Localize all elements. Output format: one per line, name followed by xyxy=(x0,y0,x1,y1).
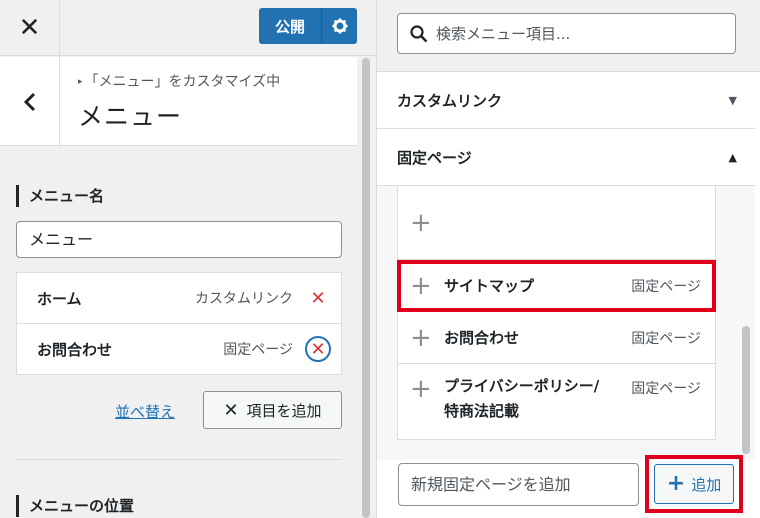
breadcrumb-text: 「メニュー」をカスタマイズ中 xyxy=(84,74,281,90)
divider xyxy=(16,459,342,460)
plus-icon: + xyxy=(410,207,432,238)
menu-name-label: メニュー名 xyxy=(16,185,104,207)
remove-item-button[interactable]: ✕ xyxy=(305,285,331,311)
section-header: ▸ 「メニュー」をカスタマイズ中 メニュー xyxy=(0,57,357,146)
menu-name-input[interactable]: メニュー xyxy=(16,221,342,258)
caret-up-icon: ▲ xyxy=(728,150,737,164)
new-page-title-input[interactable]: 新規固定ページを追加 xyxy=(398,463,639,506)
list-item-privacy[interactable]: + プライバシーポリシー/特商法記載 固定ページ xyxy=(398,364,715,439)
publish-button[interactable]: 公開 xyxy=(259,8,357,44)
menu-item-contact[interactable]: お問合わせ 固定ページ ✕ xyxy=(16,323,342,375)
section-title: カスタムリンク xyxy=(397,91,503,110)
page-type: 固定ページ xyxy=(631,330,701,347)
close-icon: ✕ xyxy=(18,13,41,43)
menu-item-type: 固定ページ xyxy=(223,342,293,358)
publish-settings-button[interactable] xyxy=(322,18,357,34)
list-item-contact[interactable]: + お問合わせ 固定ページ xyxy=(398,312,715,364)
back-button[interactable] xyxy=(0,57,60,146)
pages-list: + + サイトマップ 固定ページ + お問合わせ 固定ページ + プライバシーポ… xyxy=(397,186,716,440)
search-placeholder: 検索メニュー項目... xyxy=(436,25,571,43)
publish-label: 公開 xyxy=(274,17,305,36)
close-icon: ✕ xyxy=(223,399,239,421)
pages-scrollbar[interactable] xyxy=(741,186,751,460)
page-title: メニュー xyxy=(78,102,183,131)
customizer-sidebar: ✕ 公開 ▸ 「メニュー」をカスタマイズ中 メニュー メニュー名 メニュー ホー… xyxy=(0,0,376,518)
available-menu-items-panel: 検索メニュー項目... カスタムリンク ▼ 固定ページ ▲ + + サイトマップ… xyxy=(376,0,760,518)
section-title: 固定ページ xyxy=(397,148,472,167)
menu-item-title: お問合わせ xyxy=(37,340,113,359)
remove-item-button[interactable]: ✕ xyxy=(305,336,331,362)
reorder-link[interactable]: 並べ替え xyxy=(115,401,175,422)
page-type: 固定ページ xyxy=(631,381,701,397)
search-area: 検索メニュー項目... xyxy=(377,0,760,72)
sidebar-scrollbar[interactable] xyxy=(360,58,372,518)
plus-icon: + xyxy=(666,471,686,496)
plus-icon: + xyxy=(410,322,432,353)
list-item[interactable]: + xyxy=(398,186,715,260)
search-input[interactable]: 検索メニュー項目... xyxy=(397,13,736,54)
close-icon: ✕ xyxy=(310,287,326,309)
search-icon xyxy=(410,24,428,42)
add-label: 追加 xyxy=(691,475,722,494)
caret-down-icon: ▼ xyxy=(728,93,737,107)
gear-icon xyxy=(332,18,347,34)
page-title: お問合わせ xyxy=(444,329,520,347)
section-custom-links[interactable]: カスタムリンク ▼ xyxy=(377,72,755,129)
pages-panel: + + サイトマップ 固定ページ + お問合わせ 固定ページ + プライバシーポ… xyxy=(377,186,755,460)
page-title: プライバシーポリシー/特商法記載 xyxy=(444,377,600,420)
menu-location-label: メニューの位置 xyxy=(16,495,134,517)
section-pages[interactable]: 固定ページ ▲ xyxy=(377,129,755,186)
close-icon: ✕ xyxy=(310,338,326,360)
chevron-left-icon xyxy=(23,92,35,111)
breadcrumb: ▸ 「メニュー」をカスタマイズ中 xyxy=(78,71,280,91)
caret-right-icon: ▸ xyxy=(78,77,83,87)
customizer-topbar: ✕ 公開 xyxy=(0,0,376,56)
add-items-label: 項目を追加 xyxy=(246,401,322,420)
add-button-highlight: + 追加 xyxy=(645,455,743,513)
add-items-button[interactable]: ✕ 項目を追加 xyxy=(203,391,342,429)
menu-item-title: ホーム xyxy=(37,289,82,308)
plus-icon: + xyxy=(410,374,432,404)
sitemap-highlight xyxy=(397,260,716,312)
menu-item-home[interactable]: ホーム カスタムリンク ✕ xyxy=(16,272,342,324)
close-customizer-button[interactable]: ✕ xyxy=(0,0,60,56)
menu-item-type: カスタムリンク xyxy=(195,291,293,307)
add-page-button[interactable]: + 追加 xyxy=(654,464,734,504)
